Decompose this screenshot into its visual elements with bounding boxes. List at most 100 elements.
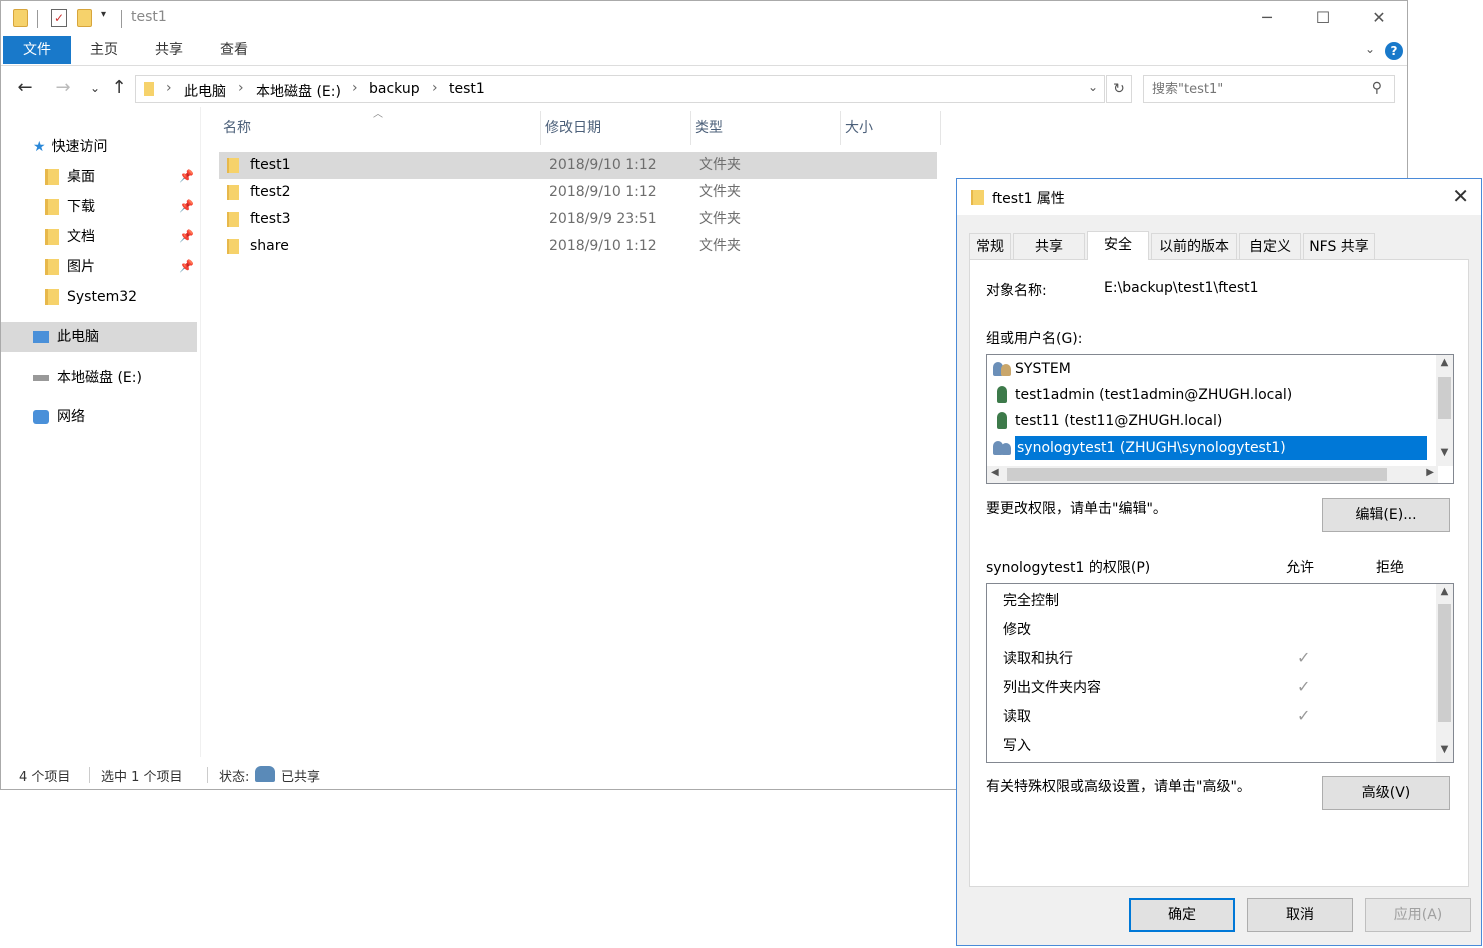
breadcrumb-test1[interactable]: test1 (449, 81, 485, 97)
tab-view[interactable]: 查看 (211, 36, 257, 64)
search-input[interactable] (1152, 77, 1362, 101)
chevron-right-icon[interactable]: › (166, 80, 172, 96)
scroll-left-icon[interactable]: ◀ (991, 467, 999, 478)
help-icon[interactable]: ? (1385, 42, 1403, 60)
nav-label: System32 (67, 289, 138, 305)
list-item[interactable]: SYSTEM (993, 357, 1071, 381)
apply-button[interactable]: 应用(A) (1365, 898, 1471, 932)
breadcrumb-backup[interactable]: backup (369, 81, 420, 97)
close-icon[interactable]: ✕ (1452, 184, 1469, 208)
network-icon (33, 410, 49, 424)
scroll-right-icon[interactable]: ▶ (1426, 467, 1434, 478)
search-box[interactable]: ⚲ (1143, 75, 1395, 103)
list-item[interactable]: test1admin (test1admin@ZHUGH.local) (993, 383, 1292, 407)
allow-header: 允许 (1286, 560, 1314, 576)
tab-home[interactable]: 主页 (81, 36, 127, 64)
address-bar[interactable]: › 此电脑 › 本地磁盘 (E:) › backup › test1 ⌄ (135, 75, 1105, 103)
refresh-button[interactable]: ↻ (1106, 75, 1132, 103)
nav-local-disk[interactable]: 本地磁盘 (E:) (33, 363, 142, 393)
forward-button[interactable]: → (51, 77, 75, 98)
tab-share[interactable]: 共享 (146, 36, 192, 64)
recent-locations-icon[interactable]: ⌄ (83, 81, 107, 95)
file-row[interactable]: ftest1 2018/9/10 1:12 文件夹 (219, 152, 937, 179)
permission-name: 修改 (1003, 622, 1031, 638)
star-icon: ★ (33, 139, 46, 155)
minimize-button[interactable]: ─ (1239, 5, 1295, 31)
desktop-folder-icon (45, 169, 59, 185)
file-type: 文件夹 (699, 184, 741, 200)
new-folder-icon[interactable] (77, 9, 92, 27)
user-list[interactable]: SYSTEM test1admin (test1admin@ZHUGH.loca… (986, 354, 1454, 484)
permission-name: 完全控制 (1003, 593, 1059, 609)
column-size[interactable]: 大小 (841, 111, 941, 145)
breadcrumb-this-pc[interactable]: 此电脑 (184, 81, 226, 101)
search-icon[interactable]: ⚲ (1372, 80, 1382, 96)
sort-ascending-icon: ︿ (373, 109, 383, 120)
tab-sharing[interactable]: 共享 (1013, 233, 1085, 259)
file-row[interactable]: ftest3 2018/9/9 23:51 文件夹 (219, 206, 937, 233)
chevron-down-icon[interactable]: ⌄ (1088, 80, 1098, 94)
back-button[interactable]: ← (13, 77, 37, 98)
nav-quick-access[interactable]: ★ 快速访问 (33, 132, 108, 162)
list-item-selected[interactable]: synologytest1 (ZHUGH\synologytest1) (993, 436, 1429, 460)
scrollbar-vertical[interactable]: ▲ ▼ (1436, 355, 1453, 466)
nav-network[interactable]: 网络 (33, 402, 85, 432)
tab-file[interactable]: 文件 (3, 36, 71, 64)
file-row[interactable]: ftest2 2018/9/10 1:12 文件夹 (219, 179, 937, 206)
nav-this-pc[interactable]: 此电脑 (1, 322, 197, 352)
item-count: 4 个项目 (19, 770, 71, 785)
pictures-folder-icon (45, 259, 59, 275)
scroll-thumb[interactable] (1438, 377, 1451, 419)
nav-label: 此电脑 (57, 329, 99, 345)
divider (121, 10, 122, 28)
chevron-right-icon[interactable]: › (238, 80, 244, 96)
file-name: share (250, 238, 289, 254)
allow-check-icon: ✓ (1297, 706, 1311, 725)
nav-pictures[interactable]: 图片 (45, 252, 95, 282)
divider (37, 10, 38, 28)
advanced-button[interactable]: 高级(V) (1322, 776, 1450, 810)
up-button[interactable]: ↑ (107, 77, 131, 98)
tab-general[interactable]: 常规 (969, 233, 1011, 259)
maximize-button[interactable]: ☐ (1295, 5, 1351, 31)
scroll-thumb[interactable] (1007, 468, 1387, 481)
permission-row: 完全控制 (1003, 587, 1059, 616)
expand-ribbon-icon[interactable]: ⌄ (1365, 42, 1375, 56)
list-item[interactable]: test11 (test11@ZHUGH.local) (993, 409, 1222, 433)
close-button[interactable]: ✕ (1351, 5, 1407, 31)
column-type[interactable]: 类型 (691, 111, 841, 145)
chevron-right-icon[interactable]: › (352, 80, 358, 96)
ok-button[interactable]: 确定 (1129, 898, 1235, 932)
edit-button[interactable]: 编辑(E)... (1322, 498, 1450, 532)
tab-security[interactable]: 安全 (1087, 231, 1149, 260)
security-panel: 对象名称: E:\backup\test1\ftest1 组或用户名(G): S… (969, 259, 1469, 887)
tab-customize[interactable]: 自定义 (1239, 233, 1301, 259)
folder-icon (45, 289, 59, 305)
file-row[interactable]: share 2018/9/10 1:12 文件夹 (219, 233, 937, 260)
tab-nfs-share[interactable]: NFS 共享 (1303, 233, 1375, 259)
permission-name: 读取 (1003, 709, 1031, 725)
scroll-up-icon[interactable]: ▲ (1436, 357, 1453, 368)
nav-system32[interactable]: System32 (45, 282, 137, 312)
scrollbar-vertical[interactable]: ▲ ▼ (1436, 584, 1453, 762)
scroll-down-icon[interactable]: ▼ (1436, 447, 1453, 458)
deny-header: 拒绝 (1376, 560, 1404, 576)
breadcrumb-local-disk[interactable]: 本地磁盘 (E:) (256, 81, 341, 101)
nav-downloads[interactable]: 下载 (45, 192, 95, 222)
tab-previous-versions[interactable]: 以前的版本 (1151, 233, 1237, 259)
nav-documents[interactable]: 文档 (45, 222, 95, 252)
permission-name: 写入 (1003, 738, 1031, 754)
column-date[interactable]: 修改日期 (541, 111, 691, 145)
nav-label: 下载 (67, 199, 95, 215)
scrollbar-horizontal[interactable]: ◀ ▶ (987, 466, 1438, 483)
scroll-up-icon[interactable]: ▲ (1436, 586, 1453, 597)
scroll-down-icon[interactable]: ▼ (1436, 744, 1453, 755)
chevron-right-icon[interactable]: › (432, 80, 438, 96)
properties-icon[interactable]: ✓ (51, 9, 67, 27)
nav-label: 本地磁盘 (E:) (57, 370, 142, 386)
quick-access-dropdown-icon[interactable]: ▾ (101, 9, 121, 31)
cancel-button[interactable]: 取消 (1247, 898, 1353, 932)
scroll-thumb[interactable] (1438, 604, 1451, 722)
nav-desktop[interactable]: 桌面 (45, 162, 95, 192)
column-headers: 名称 ︿ 修改日期 类型 大小 (219, 109, 941, 145)
